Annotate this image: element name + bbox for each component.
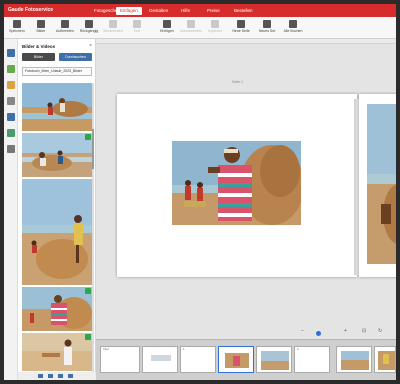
filmstrip-page-selected[interactable] bbox=[218, 346, 254, 373]
used-check-icon bbox=[85, 334, 91, 340]
text-tab-icon[interactable] bbox=[7, 97, 15, 105]
filter-icon[interactable] bbox=[68, 374, 73, 378]
image-panel: Bilder & Videos × Bilder Durchsuchen Fot… bbox=[18, 39, 96, 380]
close-icon[interactable]: × bbox=[89, 43, 92, 49]
beach-photo bbox=[22, 287, 92, 331]
text-button[interactable]: Text bbox=[126, 20, 148, 37]
save-icon bbox=[13, 20, 21, 28]
redo-icon bbox=[109, 20, 117, 28]
paste-button[interactable]: Einfügen bbox=[156, 20, 178, 37]
grid-view-icon[interactable] bbox=[38, 374, 43, 378]
photos-tab-icon[interactable] bbox=[7, 49, 15, 57]
undo-icon bbox=[85, 20, 93, 28]
zoom-out-icon[interactable]: − bbox=[301, 328, 304, 334]
beach-photo bbox=[22, 179, 92, 285]
filmstrip-page[interactable]: Titel bbox=[100, 346, 140, 373]
layouts-tab-icon[interactable] bbox=[7, 81, 15, 89]
copy-button[interactable]: Kopieren bbox=[204, 20, 226, 37]
zoom-slider-handle[interactable] bbox=[316, 331, 321, 336]
panel-title: Bilder & Videos bbox=[22, 44, 56, 49]
sort-icon[interactable] bbox=[58, 374, 63, 378]
images-icon bbox=[37, 20, 45, 28]
placed-photo-image bbox=[172, 141, 301, 225]
filmstrip-thumb bbox=[151, 355, 171, 361]
cut-button[interactable]: Ausschneiden bbox=[180, 20, 202, 37]
copy-icon bbox=[211, 20, 219, 28]
fit-page-icon[interactable]: ⊡ bbox=[362, 328, 366, 334]
edit-icon bbox=[61, 20, 69, 28]
backgrounds-tab-icon[interactable] bbox=[7, 65, 15, 73]
right-page[interactable] bbox=[359, 94, 396, 277]
panel-footer bbox=[18, 372, 96, 380]
title-bar: Gaude Fotoservice Fotogeschenke Einfügen… bbox=[4, 4, 396, 17]
app-window: Gaude Fotoservice Fotogeschenke Einfügen… bbox=[4, 4, 396, 380]
left-icon-rail bbox=[4, 39, 18, 380]
filmstrip-page[interactable]: 3 bbox=[294, 346, 330, 373]
placed-photo[interactable] bbox=[172, 141, 301, 225]
beach-photo bbox=[22, 333, 92, 371]
menu-item-bestellen[interactable]: Bestellen bbox=[230, 7, 257, 15]
clear-all-button[interactable]: Alle löschen bbox=[282, 20, 304, 37]
filmstrip-thumb bbox=[341, 351, 369, 370]
zoom-in-icon[interactable]: + bbox=[344, 328, 347, 334]
left-page[interactable] bbox=[117, 94, 357, 277]
browse-button[interactable]: Durchsuchen bbox=[59, 53, 92, 61]
beach-photo bbox=[22, 133, 92, 177]
filmstrip-thumb bbox=[225, 353, 249, 368]
clear-icon bbox=[289, 20, 297, 28]
right-page-photo bbox=[359, 94, 396, 277]
filmstrip-thumb bbox=[378, 351, 395, 370]
panel-scrollbar-handle[interactable] bbox=[92, 129, 94, 169]
redo-button[interactable]: Wiederholen bbox=[102, 20, 124, 37]
filmstrip-page[interactable]: 1 bbox=[180, 346, 216, 373]
clipart-tab-icon[interactable] bbox=[7, 113, 15, 121]
rotate-icon[interactable]: ↻ bbox=[378, 328, 382, 334]
filmstrip-page[interactable] bbox=[336, 346, 372, 373]
menu-item-gestalten[interactable]: Gestalten bbox=[145, 7, 172, 15]
left-page-label: Seite 1 bbox=[232, 80, 243, 84]
image-thumbnail[interactable] bbox=[22, 83, 92, 131]
paste-icon bbox=[163, 20, 171, 28]
app-logo: Gaude Fotoservice bbox=[8, 7, 54, 13]
used-check-icon bbox=[85, 288, 91, 294]
masks-tab-icon[interactable] bbox=[7, 145, 15, 153]
menu-item-hilfe[interactable]: Hilfe bbox=[177, 7, 194, 15]
new-set-button[interactable]: Neues Set bbox=[256, 20, 278, 37]
images-button[interactable]: Bilder bbox=[30, 20, 52, 37]
panel-scrollbar[interactable] bbox=[92, 83, 94, 373]
editor-canvas: Seite 1 − + ⊡ ↻ bbox=[96, 39, 396, 339]
toolbar: Speichern Bilder Aufbereiten Rückgängig … bbox=[4, 17, 396, 39]
text-icon bbox=[133, 20, 141, 28]
cut-icon bbox=[187, 20, 195, 28]
menu-item-einfuegen[interactable]: Einfügen bbox=[116, 7, 142, 15]
image-thumbnail[interactable] bbox=[22, 333, 92, 371]
filmstrip-page[interactable] bbox=[374, 346, 396, 373]
list-view-icon[interactable] bbox=[48, 374, 53, 378]
edit-button[interactable]: Aufbereiten bbox=[54, 20, 76, 37]
new-set-icon bbox=[263, 20, 271, 28]
new-page-icon bbox=[237, 20, 245, 28]
image-thumbnail[interactable] bbox=[22, 287, 92, 331]
folder-select[interactable]: Fotobuch_Mein_Urlaub_2023_Bilder bbox=[22, 67, 92, 76]
image-thumbnail[interactable] bbox=[22, 133, 92, 177]
filmstrip-page[interactable] bbox=[142, 346, 178, 373]
add-images-button[interactable]: Bilder bbox=[22, 53, 55, 61]
filmstrip-page[interactable] bbox=[256, 346, 292, 373]
undo-button[interactable]: Rückgängig bbox=[78, 20, 100, 37]
used-check-icon bbox=[85, 134, 91, 140]
save-button[interactable]: Speichern bbox=[6, 20, 28, 37]
image-thumbnail[interactable] bbox=[22, 179, 92, 285]
menu-item-preise[interactable]: Preise bbox=[203, 7, 224, 15]
filmstrip-thumb bbox=[261, 351, 289, 370]
beach-photo bbox=[22, 83, 92, 131]
frames-tab-icon[interactable] bbox=[7, 129, 15, 137]
page-filmstrip: Titel 1 3 bbox=[96, 339, 396, 380]
ruler bbox=[96, 39, 396, 44]
new-page-button[interactable]: Neue Seite bbox=[230, 20, 252, 37]
